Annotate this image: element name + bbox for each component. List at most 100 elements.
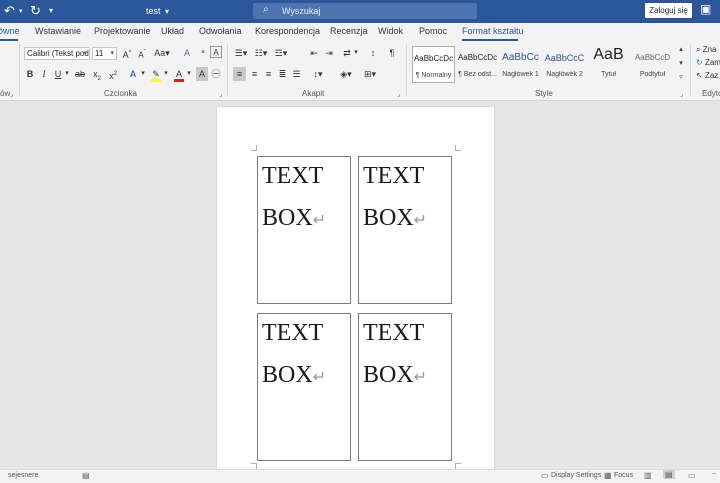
align-left-button[interactable]: ≡ — [233, 67, 246, 81]
numbering-icon[interactable]: ☷▾ — [252, 46, 270, 60]
highlight-dropdown-icon[interactable]: ▾ — [162, 67, 170, 81]
font-color-dropdown-icon[interactable]: ▾ — [185, 67, 193, 81]
focus-icon[interactable]: ▦ — [604, 471, 612, 480]
line-spacing-icon[interactable]: ↕▾ — [309, 67, 327, 81]
zoom-out-icon[interactable]: − — [712, 471, 716, 478]
distributed-button[interactable]: ☰ — [290, 67, 303, 81]
style-no-spacing[interactable]: AaBbCcDc ¶ Bez odst... — [456, 46, 499, 83]
print-layout-icon[interactable]: ▤ — [663, 470, 675, 479]
subscript-button[interactable]: x2 — [91, 67, 103, 82]
underline-dropdown-icon[interactable]: ▾ — [63, 67, 71, 81]
style-subtitle[interactable]: AaBbCcD Podtytuł — [631, 46, 674, 83]
find-label: Zna — [702, 45, 717, 54]
tab-view[interactable]: Widok — [378, 26, 403, 36]
ribbon-display-options-icon[interactable]: ▣ — [700, 2, 711, 16]
style-name: Nagłówek 2 — [546, 71, 583, 78]
font-launcher-icon[interactable]: ⌟ — [219, 90, 222, 98]
text-box[interactable]: TEXT BOX↵ — [257, 313, 351, 461]
tab-help[interactable]: Pomoc — [419, 26, 447, 36]
styles-launcher-icon[interactable]: ⌟ — [680, 90, 683, 98]
style-normal[interactable]: AaBbCcDc ¶ Normalny — [412, 46, 455, 83]
decrease-indent-icon[interactable]: ⇤ — [307, 46, 321, 60]
focus-label[interactable]: Focus — [614, 472, 633, 479]
text-box[interactable]: TEXT BOX↵ — [358, 313, 452, 461]
bullets-icon[interactable]: ☰▾ — [232, 46, 250, 60]
group-separator — [227, 44, 228, 96]
show-formatting-marks-icon[interactable]: ¶ — [386, 46, 398, 60]
crop-mark — [455, 145, 461, 151]
text-box-line-2: BOX↵ — [363, 205, 427, 232]
highlight-icon[interactable]: ✎ — [149, 67, 163, 82]
asian-layout-dropdown-icon[interactable]: ▾ — [352, 46, 360, 60]
tab-mailings[interactable]: Korespondencja — [255, 26, 320, 36]
borders-icon[interactable]: ⊞▾ — [361, 67, 379, 81]
strikethrough-button[interactable]: ab — [74, 67, 86, 81]
align-center-button[interactable]: ≡ — [248, 67, 261, 81]
tab-layout[interactable]: Układ — [161, 26, 184, 36]
text-effects-icon[interactable]: A — [126, 67, 140, 81]
styles-more-icon[interactable]: ▿ — [676, 71, 686, 85]
clear-formatting-icon[interactable]: A — [180, 46, 194, 60]
return-mark: ↵ — [413, 369, 428, 386]
style-heading-1[interactable]: AaBbCc Nagłówek 1 — [499, 46, 542, 83]
display-settings-icon[interactable]: ▭ — [541, 471, 549, 480]
enclose-characters-icon[interactable]: ㊀ — [210, 67, 222, 81]
search-box[interactable]: ⌕ Wyszukaj — [253, 3, 477, 19]
font-size-combo[interactable]: 11 ▾ — [92, 47, 117, 60]
justify-button[interactable]: ≣ — [276, 67, 289, 81]
paragraph-launcher-icon[interactable]: ⌟ — [397, 90, 400, 98]
text-box[interactable]: TEXT BOX↵ — [358, 156, 452, 304]
search-placeholder: Wyszukaj — [282, 6, 321, 16]
sort-icon[interactable]: ↕ — [366, 46, 380, 60]
change-case-icon[interactable]: Aa▾ — [153, 46, 171, 60]
document-page[interactable]: TEXT BOX↵ TEXT BOX↵ TEXT BOX↵ TEXT BOX↵ — [217, 107, 494, 469]
read-mode-icon[interactable]: ▥ — [644, 471, 652, 480]
align-right-button[interactable]: ≡ — [262, 67, 275, 81]
replace-button[interactable]: ↻ Zam — [696, 56, 720, 70]
text-box[interactable]: TEXT BOX↵ — [257, 156, 351, 304]
font-color-icon[interactable]: A — [172, 67, 186, 82]
tab-review[interactable]: Recenzja — [330, 26, 368, 36]
style-title[interactable]: AaB Tytuł — [587, 46, 630, 83]
ribbon: ów ⌟ Calibri (Tekst pod ▾ 11 ▾ A^ Aˇ Aa▾… — [0, 41, 720, 101]
find-button[interactable]: ⌕ Zna — [696, 43, 720, 57]
ribbon-tabs: ówne Wstawianie Projektowanie Układ Odwo… — [0, 23, 720, 41]
font-name-combo[interactable]: Calibri (Tekst pod ▾ — [24, 47, 90, 60]
undo-icon[interactable]: ↶ — [4, 3, 15, 19]
style-sample: AaBbCc — [502, 52, 539, 63]
redo-icon[interactable]: ↻ — [30, 3, 41, 19]
shrink-font-icon[interactable]: Aˇ — [135, 46, 149, 60]
styles-scroll-up-icon[interactable]: ▴ — [676, 43, 686, 57]
style-heading-2[interactable]: AaBbCcC Nagłówek 2 — [543, 46, 586, 83]
character-shading-icon[interactable]: A — [196, 67, 208, 81]
phonetic-guide-icon[interactable]: ᵃ — [196, 46, 210, 60]
login-button[interactable]: Zaloguj się — [645, 3, 692, 18]
multilevel-list-icon[interactable]: ☲▾ — [272, 46, 290, 60]
grow-font-icon[interactable]: A^ — [120, 46, 134, 60]
tab-shape-format[interactable]: Format kształtu — [462, 26, 524, 36]
text-box-word: BOX — [363, 205, 414, 231]
select-button[interactable]: ↖ Zaz — [696, 69, 720, 83]
styles-scroll-down-icon[interactable]: ▾ — [676, 57, 686, 71]
customize-quick-access-icon[interactable]: ▾ — [49, 6, 53, 15]
accessibility-icon[interactable]: ▤ — [82, 471, 90, 480]
web-layout-icon[interactable]: ▭ — [688, 471, 696, 480]
character-border-icon[interactable]: A — [210, 46, 222, 58]
text-effects-dropdown-icon[interactable]: ▾ — [139, 67, 147, 81]
tab-home[interactable]: ówne — [0, 26, 20, 36]
undo-dropdown-icon[interactable]: ▾ — [19, 7, 23, 15]
superscript-button[interactable]: x2 — [107, 67, 119, 81]
tab-design[interactable]: Projektowanie — [94, 26, 151, 36]
chevron-down-icon: ▾ — [83, 50, 87, 57]
italic-button[interactable]: I — [38, 67, 50, 81]
clipboard-launcher-icon[interactable]: ⌟ — [10, 90, 13, 98]
increase-indent-icon[interactable]: ⇥ — [322, 46, 336, 60]
display-settings-label[interactable]: Display Settings — [551, 472, 601, 479]
style-sample: AaBbCcDc — [457, 53, 498, 62]
bold-button[interactable]: B — [24, 67, 36, 81]
tab-insert[interactable]: Wstawianie — [35, 26, 81, 36]
shading-icon[interactable]: ◈▾ — [337, 67, 355, 81]
group-separator — [690, 44, 691, 96]
tab-references[interactable]: Odwołania — [199, 26, 242, 36]
title-dropdown-icon[interactable]: ▾ — [165, 7, 169, 16]
